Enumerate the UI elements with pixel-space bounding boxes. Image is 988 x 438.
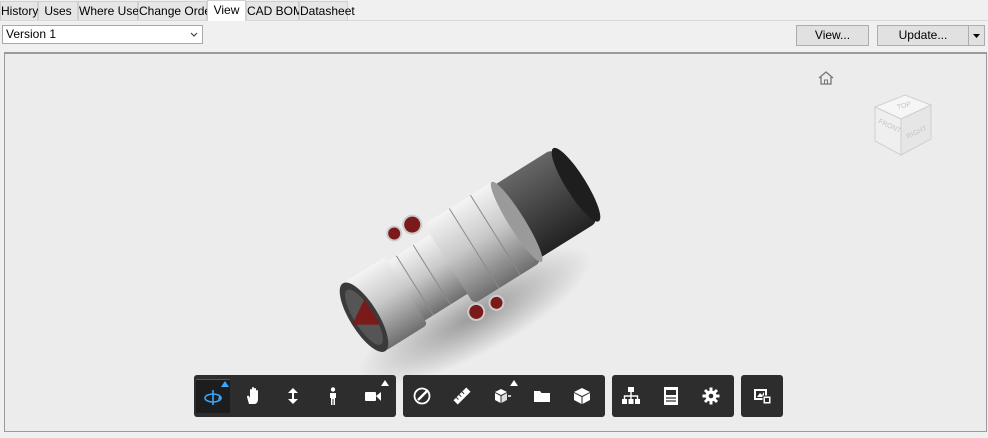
orbit-menu-indicator	[221, 381, 229, 387]
3d-viewer[interactable]: TOP FRONT RIGHT	[4, 52, 987, 432]
folder-icon	[534, 391, 550, 402]
chevron-down-icon	[190, 32, 198, 37]
first-person-icon	[330, 387, 336, 405]
tab-datasheet[interactable]: Datasheet	[299, 1, 355, 20]
info-tools-group	[612, 375, 734, 417]
structure-button[interactable]	[614, 379, 648, 413]
tab-change-order[interactable]: Change Order	[138, 1, 215, 20]
measure-button[interactable]	[445, 379, 479, 413]
tab-divider	[0, 20, 988, 21]
first-person-button[interactable]	[316, 379, 350, 413]
home-icon[interactable]	[817, 70, 835, 86]
camera-icon	[365, 392, 381, 401]
zoom-button[interactable]	[276, 379, 310, 413]
explode-button[interactable]	[485, 379, 519, 413]
update-dropdown-button[interactable]	[968, 25, 985, 46]
status-strip	[0, 432, 988, 438]
properties-button[interactable]	[654, 379, 688, 413]
nav-tools-group	[194, 375, 396, 417]
explode-menu-indicator	[510, 380, 518, 386]
tab-where-used[interactable]: Where Used	[78, 1, 146, 20]
fullscreen-icon	[754, 389, 772, 405]
properties-icon	[664, 387, 678, 405]
markup-icon	[413, 387, 431, 405]
tab-uses[interactable]: Uses	[38, 1, 78, 20]
camera-button[interactable]	[356, 379, 390, 413]
view-button[interactable]: View...	[796, 25, 869, 46]
viewcube[interactable]: TOP FRONT RIGHT	[867, 87, 937, 161]
version-select-value: Version 1	[6, 27, 57, 41]
pan-icon	[247, 387, 258, 404]
fullscreen-button[interactable]	[745, 379, 779, 413]
structure-icon	[622, 387, 640, 404]
markup-button[interactable]	[405, 379, 439, 413]
model-browser-icon	[574, 388, 590, 404]
tab-history[interactable]: History	[0, 1, 38, 20]
folder-button[interactable]	[525, 379, 559, 413]
tab-cad-bom[interactable]: CAD BOM	[246, 1, 303, 20]
tab-view[interactable]: View	[207, 0, 246, 21]
orbit-button[interactable]	[196, 379, 230, 413]
pan-button[interactable]	[236, 379, 270, 413]
caret-down-icon	[973, 34, 980, 38]
version-select[interactable]: Version 1	[2, 25, 203, 44]
orbit-icon	[204, 390, 222, 405]
measure-icon	[453, 387, 471, 405]
tab-bar: History Uses Where Used Change Order Vie…	[0, 0, 988, 21]
update-button[interactable]: Update...	[877, 25, 969, 46]
camera-menu-indicator	[381, 380, 389, 386]
settings-button[interactable]	[694, 379, 728, 413]
model-tools-group	[403, 375, 605, 417]
model-browser-button[interactable]	[565, 379, 599, 413]
gear-icon	[702, 387, 720, 405]
view-tools-group	[741, 375, 783, 417]
zoom-icon	[288, 388, 298, 404]
engine-model-render[interactable]	[325, 116, 615, 386]
explode-icon	[495, 389, 511, 403]
